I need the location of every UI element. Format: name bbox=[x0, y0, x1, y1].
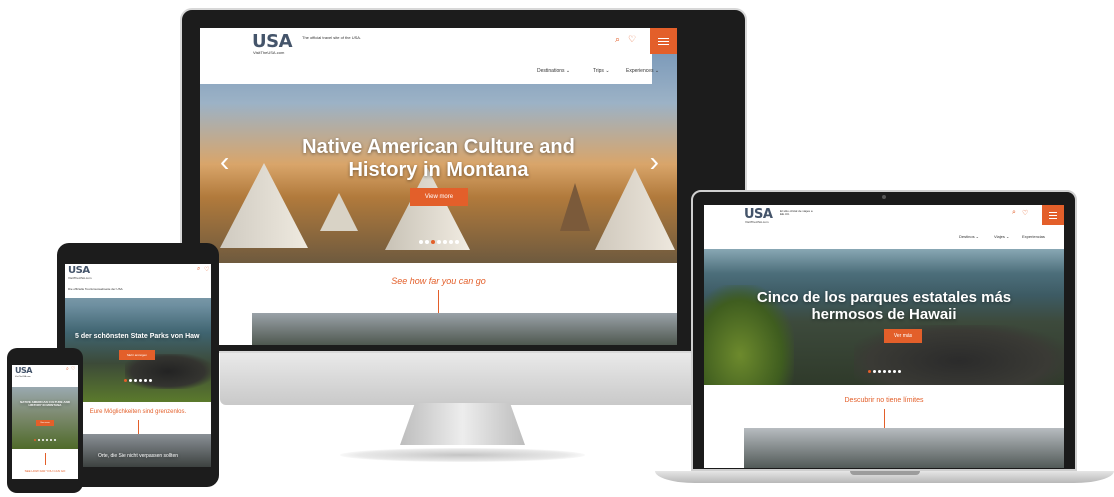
carousel-dot[interactable] bbox=[887, 370, 891, 373]
tablet-header: USA VisitTheUSA.com Die offizielle Touri… bbox=[65, 264, 211, 298]
nav-trips[interactable]: Trips ⌄ bbox=[593, 68, 610, 74]
carousel-dot[interactable] bbox=[436, 240, 441, 244]
carousel-dots[interactable] bbox=[65, 379, 211, 382]
desktop-header: USA VisitTheUSA.com The official travel … bbox=[200, 28, 659, 84]
usa-logo[interactable]: USA bbox=[15, 366, 32, 375]
nav-viajes[interactable]: Viajes ⌄ bbox=[994, 234, 1009, 239]
laptop-screen: Cinco de los parques estatales más hermo… bbox=[704, 205, 1064, 468]
ver-mas-button[interactable]: Ver más bbox=[884, 329, 922, 343]
carousel-dot[interactable] bbox=[50, 439, 52, 441]
carousel-dot[interactable] bbox=[144, 379, 147, 382]
carousel-dots[interactable] bbox=[704, 370, 1064, 373]
view-more-button[interactable]: View more bbox=[36, 420, 54, 426]
phone-hero: NATIVE AMERICAN CULTURE AND HISTORY IN M… bbox=[12, 387, 78, 449]
carousel-dot[interactable] bbox=[454, 240, 459, 244]
carousel-dot[interactable] bbox=[54, 439, 56, 441]
search-icon[interactable]: ⌕ bbox=[66, 366, 69, 372]
heart-icon[interactable]: ♡ bbox=[204, 266, 209, 273]
nav-destinations[interactable]: Destinations ⌄ bbox=[537, 68, 570, 74]
carousel-dot[interactable] bbox=[134, 379, 137, 382]
section-heading: SEE HOW FAR YOU CAN GO bbox=[24, 469, 66, 473]
carousel-dot[interactable] bbox=[877, 370, 881, 373]
laptop-header: USA VisitTheUSA.com El sitio oficial de … bbox=[704, 205, 1064, 249]
nav-destinos[interactable]: Destinos ⌄ bbox=[959, 234, 979, 239]
hero-title: 5 der schönsten State Parks von Haw bbox=[75, 333, 200, 340]
carousel-dot[interactable] bbox=[46, 439, 48, 441]
site-tagline: The official travel site of the USA. bbox=[302, 35, 362, 40]
teepee bbox=[560, 183, 590, 231]
heart-icon[interactable]: ♡ bbox=[71, 366, 75, 372]
carousel-dot[interactable] bbox=[448, 240, 453, 244]
search-icon[interactable]: ⌕ bbox=[197, 266, 200, 273]
carousel-dot[interactable] bbox=[418, 240, 423, 244]
logo-subtitle: VisitTheUSA.com bbox=[253, 50, 285, 55]
carousel-dot[interactable] bbox=[872, 370, 876, 373]
menu-button[interactable] bbox=[650, 28, 677, 54]
section-heading: Descubrir no tiene límites bbox=[844, 397, 924, 404]
mehr-anzeigen-button[interactable]: Mehr anzeigen bbox=[119, 350, 155, 360]
logo-subtitle: VisitTheUSA.com bbox=[68, 276, 92, 280]
carousel-dot[interactable] bbox=[882, 370, 886, 373]
nav-experiencias[interactable]: Experiencias bbox=[1022, 234, 1045, 239]
view-more-button[interactable]: View more bbox=[410, 188, 468, 206]
divider-line bbox=[45, 453, 46, 465]
carousel-dot[interactable] bbox=[129, 379, 132, 382]
nav-experiences[interactable]: Experiences ⌄ bbox=[626, 68, 659, 74]
responsive-devices-mockup: Native American Culture and History in M… bbox=[0, 0, 1114, 497]
teepee bbox=[320, 193, 358, 231]
site-tagline: Die offizielle Tourismuswebseite der USA bbox=[68, 287, 123, 291]
next-arrow-icon[interactable]: › bbox=[650, 148, 659, 176]
heart-icon[interactable]: ♡ bbox=[1022, 209, 1028, 217]
heart-icon[interactable]: ♡ bbox=[628, 34, 636, 45]
carousel-dot[interactable] bbox=[897, 370, 901, 373]
carousel-dot[interactable] bbox=[867, 370, 871, 373]
monitor-chin bbox=[220, 353, 707, 405]
carousel-dot[interactable] bbox=[424, 240, 429, 244]
hero-title: Native American Culture and History in M… bbox=[302, 136, 575, 181]
carousel-dot[interactable] bbox=[430, 240, 435, 244]
usa-logo[interactable]: USA bbox=[68, 265, 90, 276]
carousel-dot[interactable] bbox=[149, 379, 152, 382]
section-heading: Eure Möglichkeiten sind grenzenlos. bbox=[89, 409, 187, 415]
search-icon[interactable]: ⌕ bbox=[1012, 209, 1016, 217]
carousel-dot[interactable] bbox=[38, 439, 40, 441]
teaser-image[interactable] bbox=[744, 428, 1064, 468]
usa-logo[interactable]: USA bbox=[252, 31, 293, 52]
section-heading: See how far you can go bbox=[391, 276, 486, 286]
logo-subtitle: VisitTheUSA.com bbox=[745, 220, 769, 224]
phone-header: USA VisitTheUSA.com ⌕ ♡ bbox=[12, 365, 78, 387]
carousel-dot[interactable] bbox=[442, 240, 447, 244]
monitor-screen-bottom bbox=[200, 345, 677, 348]
teaser-image[interactable] bbox=[65, 434, 211, 467]
menu-button[interactable] bbox=[1042, 205, 1064, 225]
desktop-screen: Native American Culture and History in M… bbox=[200, 28, 677, 345]
tablet-screen: 5 der schönsten State Parks von Haw Mehr… bbox=[65, 264, 211, 467]
phone-screen: USA VisitTheUSA.com ⌕ ♡ NATIVE AMERICAN … bbox=[12, 365, 78, 479]
teaser-image[interactable] bbox=[252, 313, 677, 345]
carousel-dot[interactable] bbox=[892, 370, 896, 373]
carousel-dot[interactable] bbox=[34, 439, 36, 441]
phone: USA VisitTheUSA.com ⌕ ♡ NATIVE AMERICAN … bbox=[7, 348, 83, 493]
camera-icon bbox=[882, 195, 886, 199]
carousel-dot[interactable] bbox=[124, 379, 127, 382]
carousel-dot[interactable] bbox=[139, 379, 142, 382]
teaser-caption: Orte, die Sie nicht verpassen sollten bbox=[97, 453, 179, 459]
carousel-dot[interactable] bbox=[42, 439, 44, 441]
prev-arrow-icon[interactable]: ‹ bbox=[220, 148, 229, 176]
laptop-notch bbox=[850, 471, 920, 475]
monitor-stand bbox=[400, 403, 525, 445]
logo-subtitle: VisitTheUSA.com bbox=[15, 376, 31, 378]
hero-title: NATIVE AMERICAN CULTURE AND HISTORY IN M… bbox=[20, 400, 70, 408]
hero-title: Cinco de los parques estatales más hermo… bbox=[756, 289, 1012, 324]
site-tagline: El sitio oficial de viajes a EE.UU. bbox=[780, 209, 813, 217]
search-icon[interactable]: ⌕ bbox=[615, 34, 620, 45]
laptop: Cinco de los parques estatales más hermo… bbox=[655, 190, 1114, 497]
monitor-base-shadow bbox=[340, 448, 585, 462]
carousel-dots[interactable] bbox=[12, 439, 78, 441]
carousel-dots[interactable] bbox=[200, 240, 677, 244]
